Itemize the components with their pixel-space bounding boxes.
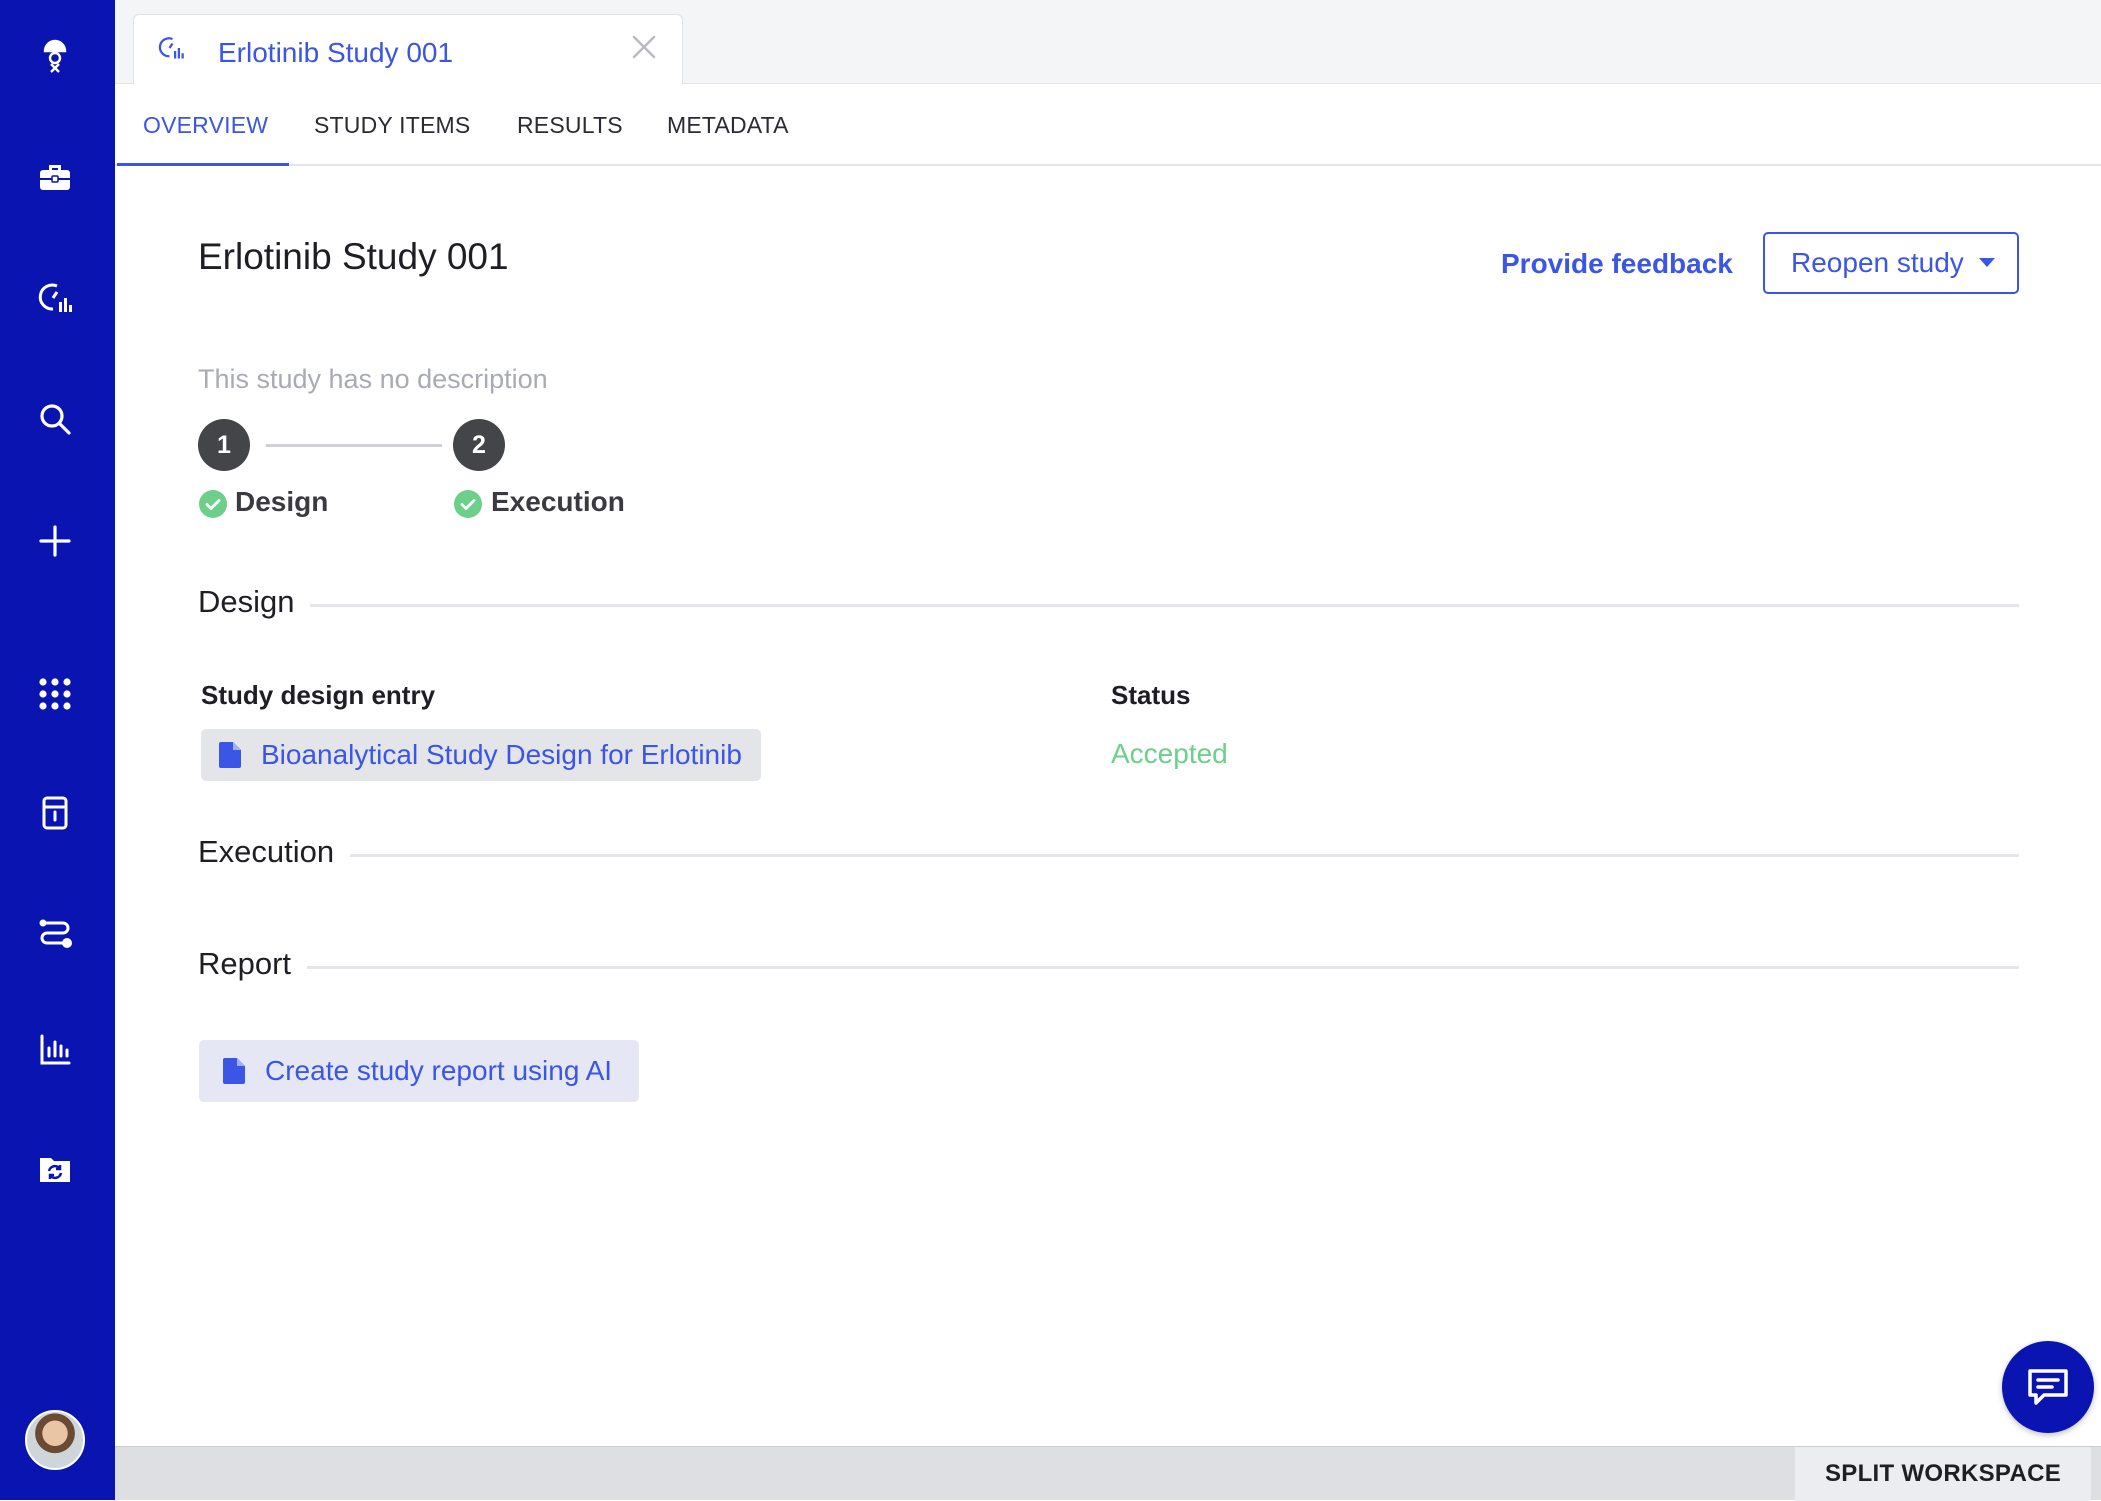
- app-logo-icon[interactable]: [32, 32, 78, 78]
- column-header-status: Status: [1111, 680, 1191, 710]
- check-circle-icon: [199, 490, 227, 518]
- chat-icon: [2028, 1369, 2068, 1405]
- split-workspace-button[interactable]: SPLIT WORKSPACE: [1795, 1447, 2091, 1501]
- status-badge: Accepted: [1111, 738, 1228, 769]
- user-avatar[interactable]: [25, 1410, 85, 1470]
- document-tab-title: Erlotinib Study 001: [218, 37, 454, 68]
- search-icon[interactable]: [32, 396, 78, 442]
- tab-results[interactable]: RESULTS: [517, 112, 623, 139]
- left-rail: [0, 0, 115, 1500]
- study-gauge-icon[interactable]: [32, 275, 78, 321]
- workflow-icon[interactable]: [32, 910, 78, 956]
- study-design-entry-link[interactable]: Bioanalytical Study Design for Erlotinib: [201, 729, 761, 781]
- section-title-execution: Execution: [198, 834, 335, 869]
- section-divider: [310, 604, 2019, 607]
- apps-grid-icon[interactable]: [32, 671, 78, 717]
- step-connector: [266, 444, 442, 447]
- section-title-design: Design: [198, 584, 295, 619]
- page-tabs: OVERVIEW STUDY ITEMS RESULTS METADATA: [115, 84, 2101, 166]
- section-title-report: Report: [198, 946, 292, 981]
- overview-panel: Erlotinib Study 001 Provide feedback Reo…: [115, 166, 2101, 1446]
- document-icon: [223, 1058, 245, 1084]
- section-divider: [350, 854, 2019, 857]
- document-tab-strip: Erlotinib Study 001: [115, 0, 2101, 86]
- chat-button[interactable]: [2002, 1341, 2094, 1433]
- column-header-entry: Study design entry: [201, 680, 436, 710]
- study-gauge-icon: [158, 37, 184, 59]
- provide-feedback-link[interactable]: Provide feedback: [1501, 248, 1733, 280]
- step-label-execution: Execution: [491, 486, 625, 517]
- document-icon: [219, 742, 241, 768]
- step-label-design: Design: [235, 486, 329, 517]
- page-title: Erlotinib Study 001: [198, 236, 509, 277]
- tab-study-items[interactable]: STUDY ITEMS: [314, 112, 470, 139]
- briefcase-icon[interactable]: [32, 153, 78, 199]
- tab-metadata[interactable]: METADATA: [667, 112, 789, 139]
- step-circle-1: 1: [198, 419, 250, 471]
- reopen-study-label: Reopen study: [1791, 247, 1964, 278]
- document-tab[interactable]: Erlotinib Study 001: [133, 14, 683, 86]
- tab-overview[interactable]: OVERVIEW: [143, 112, 268, 139]
- reopen-study-button[interactable]: Reopen study: [1763, 232, 2019, 294]
- step-circle-2: 2: [453, 419, 505, 471]
- study-design-entry-label: Bioanalytical Study Design for Erlotinib: [261, 739, 742, 770]
- bottom-bar: SPLIT WORKSPACE: [115, 1446, 2101, 1501]
- close-icon[interactable]: [628, 31, 660, 63]
- create-report-ai-label: Create study report using AI: [265, 1055, 613, 1086]
- caret-down-icon: [1979, 258, 1995, 267]
- inventory-icon[interactable]: [32, 790, 78, 836]
- bar-chart-icon[interactable]: [32, 1027, 78, 1073]
- folder-sync-icon[interactable]: [32, 1146, 78, 1192]
- study-description: This study has no description: [198, 364, 548, 394]
- create-report-ai-button[interactable]: Create study report using AI: [199, 1040, 639, 1102]
- plus-icon[interactable]: [32, 518, 78, 564]
- section-divider: [307, 966, 2019, 969]
- check-circle-icon: [454, 490, 482, 518]
